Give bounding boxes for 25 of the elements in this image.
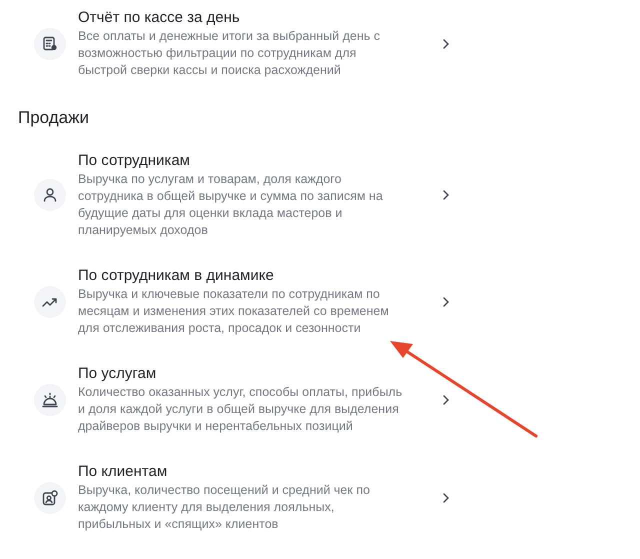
report-item[interactable]: По сотрудникам Выручка по услугам и товарам, доля каждого сотрудника в общей выручке и сумма по записям на будущие даты для оценки вклада мастеров и планируемых доходов xyxy=(0,151,450,239)
chevron-right-icon xyxy=(442,296,450,308)
item-title: По сотрудникам xyxy=(78,151,191,171)
client-card-icon xyxy=(41,488,59,506)
chevron-right-icon xyxy=(442,492,450,504)
chevron-right-icon xyxy=(442,38,450,50)
calculator-icon xyxy=(41,34,59,52)
item-title: По клиентам xyxy=(78,462,168,482)
chevron-right-icon xyxy=(442,394,450,406)
item-description: Количество оказанных услуг, способы оплаты, прибыль и доля каждой услуги в общей выручке для выделения драйверов выручки и нерентабельных позиций xyxy=(78,384,404,435)
item-description: Выручка и ключевые показатели по сотрудникам по месяцам и изменения этих показателей со временем для отслеживания роста, просадок и сезонности xyxy=(78,286,390,337)
report-item[interactable]: По сотрудникам в динамике Выручка и ключевые показатели по сотрудникам по месяцам и изменения этих показателей со временем для отслеживания роста, просадок и сезонности xyxy=(0,266,450,337)
item-description: Выручка по услугам и товарам, доля каждого сотрудника в общей выручке и сумма по записям на будущие даты для оценки вклада мастеров и планируемых доходов xyxy=(78,171,384,239)
person-icon xyxy=(41,186,59,204)
report-item[interactable]: По услугам Количество оказанных услуг, способы оплаты, прибыль и доля каждой услуги в общей выручке для выделения драйверов выручки и нерентабельных позиций xyxy=(0,364,450,435)
section-heading: Продажи xyxy=(18,107,89,129)
service-bell-icon xyxy=(41,390,59,408)
item-title: По сотрудникам в динамике xyxy=(78,266,275,286)
report-item[interactable]: По клиентам Выручка, количество посещений и средний чек по каждому клиенту для выделения лояльных, прибыльных и «спящих» клиентов xyxy=(0,462,450,533)
item-title: По услугам xyxy=(78,364,158,384)
chevron-right-icon xyxy=(442,189,450,201)
report-item[interactable]: Отчёт по кассе за день Все оплаты и денежные итоги за выбранный день с возможностью фильтрации по сотрудникам для быстрой сверки кассы и поиска расхождений xyxy=(0,8,450,79)
item-description: Выручка, количество посещений и средний чек по каждому клиенту для выделения лояльных, прибыльных и «спящих» клиентов xyxy=(78,482,371,533)
item-description: Все оплаты и денежные итоги за выбранный день с возможностью фильтрации по сотрудникам для быстрой сверки кассы и поиска расхождений xyxy=(78,28,381,79)
item-title: Отчёт по кассе за день xyxy=(78,8,241,28)
